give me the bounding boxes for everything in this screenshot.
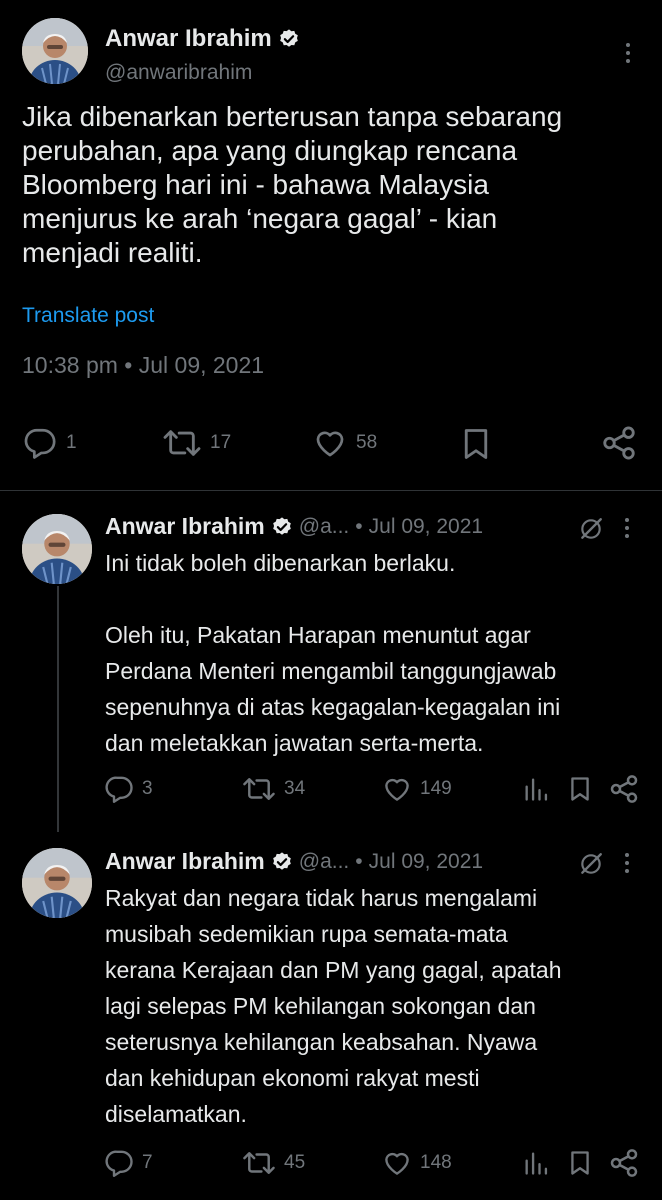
repost-count: 45 (284, 1152, 306, 1173)
share-icon (610, 775, 638, 803)
tweet-text: Jika dibenarkan berterusan tanpa sebaran… (22, 101, 563, 268)
reply-date[interactable]: Jul 09, 2021 (369, 515, 483, 539)
share-icon (610, 1149, 638, 1177)
reply-header: Anwar Ibrahim @a... • Jul 09, 2021 (105, 513, 483, 540)
verified-badge-icon (272, 516, 291, 535)
repost-action[interactable]: 45 (242, 1148, 305, 1178)
like-count: 149 (420, 778, 452, 799)
reply-action-bar: 7 45 148 (0, 1146, 662, 1180)
tweet-timestamp[interactable]: 10:38 pm • Jul 09, 2021 (22, 352, 264, 379)
reply-count: 3 (142, 778, 153, 799)
more-dots-icon[interactable] (622, 517, 632, 539)
more-dots-icon[interactable] (622, 852, 632, 874)
bookmark-action[interactable] (458, 426, 494, 462)
reply-text: Ini tidak boleh dibenarkan berlaku. Oleh… (105, 550, 561, 756)
repost-count: 17 (210, 432, 232, 453)
separator-dot: • (355, 514, 363, 538)
grok-icon[interactable] (578, 851, 604, 877)
like-count: 148 (420, 1152, 452, 1173)
reply-author-handle[interactable]: @a... (299, 850, 350, 874)
repost-icon (243, 778, 275, 800)
grok-icon[interactable] (578, 516, 604, 542)
verified-badge-icon (279, 29, 298, 47)
translate-post-link[interactable]: Translate post (22, 304, 154, 328)
avatar-image (22, 848, 92, 918)
reply-author-name[interactable]: Anwar Ibrahim (105, 848, 265, 875)
reply-action[interactable]: 3 (104, 774, 153, 804)
heart-icon (385, 778, 409, 801)
verified-badge-icon (272, 851, 291, 870)
more-dots-icon[interactable] (618, 42, 638, 64)
reply-header: Anwar Ibrahim @a... • Jul 09, 2021 (105, 848, 483, 875)
like-action[interactable]: 58 (312, 426, 377, 460)
share-action[interactable] (608, 773, 640, 805)
avatar-image (22, 514, 92, 584)
reply-bubble-icon (105, 1150, 133, 1177)
heart-icon (316, 431, 344, 457)
author-avatar[interactable] (22, 18, 88, 84)
author-handle[interactable]: @anwaribrahim (105, 61, 252, 85)
author-name-row[interactable]: Anwar Ibrahim (105, 25, 300, 53)
views-action[interactable] (522, 1148, 550, 1178)
repost-icon (163, 430, 201, 456)
reply-text: Rakyat dan negara tidak harus mengalami … (105, 885, 562, 1127)
reply-count: 7 (142, 1152, 153, 1173)
views-bars-icon (525, 778, 548, 801)
reply-author-name[interactable]: Anwar Ibrahim (105, 513, 265, 540)
reply-bubble-icon (105, 776, 133, 803)
reply-author-avatar[interactable] (22, 848, 92, 918)
like-action[interactable]: 149 (382, 774, 452, 804)
divider (0, 490, 662, 491)
separator-dot: • (355, 849, 363, 873)
repost-icon (243, 1152, 275, 1174)
reply-author-handle[interactable]: @a... (299, 515, 350, 539)
repost-action[interactable]: 17 (162, 426, 231, 460)
bookmark-icon (571, 777, 589, 801)
bookmark-action[interactable] (566, 1148, 594, 1178)
repost-count: 34 (284, 778, 306, 799)
heart-icon (385, 1152, 409, 1175)
like-action[interactable]: 148 (382, 1148, 452, 1178)
views-action[interactable] (522, 774, 550, 804)
share-action[interactable] (608, 1147, 640, 1179)
like-count: 58 (356, 432, 378, 453)
avatar-image (22, 18, 88, 84)
reply-date[interactable]: Jul 09, 2021 (369, 850, 483, 874)
bookmark-action[interactable] (566, 774, 594, 804)
bookmark-icon (571, 1151, 589, 1175)
repost-action[interactable]: 34 (242, 774, 305, 804)
tweet-action-bar: 1 17 58 (0, 420, 662, 470)
reply-bubble-icon (24, 428, 56, 459)
views-bars-icon (525, 1152, 548, 1175)
author-name[interactable]: Anwar Ibrahim (105, 25, 272, 53)
reply-count: 1 (66, 432, 77, 453)
share-action[interactable] (600, 424, 638, 462)
reply-action-bar: 3 34 149 (0, 772, 662, 806)
bookmark-icon (464, 429, 488, 459)
share-icon (603, 426, 635, 460)
reply-author-avatar[interactable] (22, 514, 92, 584)
reply-action[interactable]: 1 (22, 426, 77, 460)
reply-action[interactable]: 7 (104, 1148, 153, 1178)
